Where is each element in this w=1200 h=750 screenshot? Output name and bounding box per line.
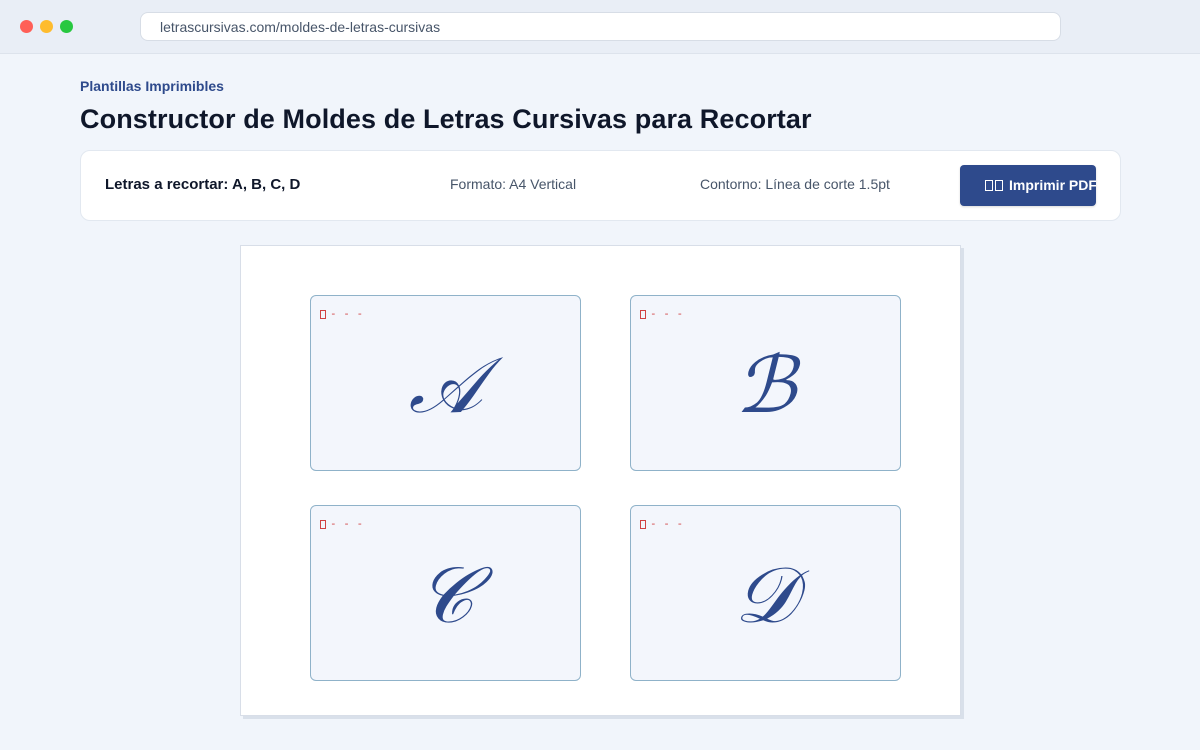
browser-toolbar: letrascursivas.com/moldes-de-letras-curs… bbox=[0, 0, 1200, 54]
letter-tile: - - - 𝒞 bbox=[310, 505, 581, 681]
minimize-window-button[interactable] bbox=[40, 20, 53, 33]
cut-line-mark: - - - bbox=[640, 307, 683, 321]
letter-tile: - - - 𝒜 bbox=[310, 295, 581, 471]
cursive-letter: ℬ bbox=[734, 341, 797, 431]
print-pdf-button[interactable]: Imprimir PDF bbox=[960, 165, 1096, 206]
format-label: Formato: A4 Vertical bbox=[450, 176, 577, 192]
cursive-letter: 𝒟 bbox=[734, 551, 797, 641]
printer-icon bbox=[985, 165, 1005, 206]
cut-line-mark: - - - bbox=[320, 517, 363, 531]
letter-tile: - - - ℬ bbox=[630, 295, 901, 471]
scissors-icon bbox=[320, 519, 326, 529]
scissors-icon bbox=[640, 519, 646, 529]
page-kicker: Plantillas Imprimibles bbox=[80, 78, 224, 94]
page-title: Constructor de Moldes de Letras Cursivas… bbox=[80, 104, 812, 134]
outline-label: Contorno: Línea de corte 1.5pt bbox=[700, 176, 890, 192]
cursive-letter: 𝒜 bbox=[408, 341, 483, 431]
print-pdf-label: Imprimir PDF bbox=[1009, 177, 1096, 193]
cut-line-mark: - - - bbox=[320, 307, 363, 321]
address-bar[interactable]: letrascursivas.com/moldes-de-letras-curs… bbox=[140, 12, 1061, 41]
maximize-window-button[interactable] bbox=[60, 20, 73, 33]
cursive-letter: 𝒞 bbox=[417, 551, 474, 641]
printable-sheet: - - - 𝒜 - - - ℬ - - - 𝒞 - - - 𝒟 bbox=[240, 245, 961, 716]
letters-to-cut-label: Letras a recortar: A, B, C, D bbox=[105, 176, 301, 193]
close-window-button[interactable] bbox=[20, 20, 33, 33]
scissors-icon bbox=[320, 309, 326, 319]
template-options-bar: Letras a recortar: A, B, C, D Formato: A… bbox=[80, 150, 1121, 221]
letter-tile: - - - 𝒟 bbox=[630, 505, 901, 681]
scissors-icon bbox=[640, 309, 646, 319]
cut-line-mark: - - - bbox=[640, 517, 683, 531]
